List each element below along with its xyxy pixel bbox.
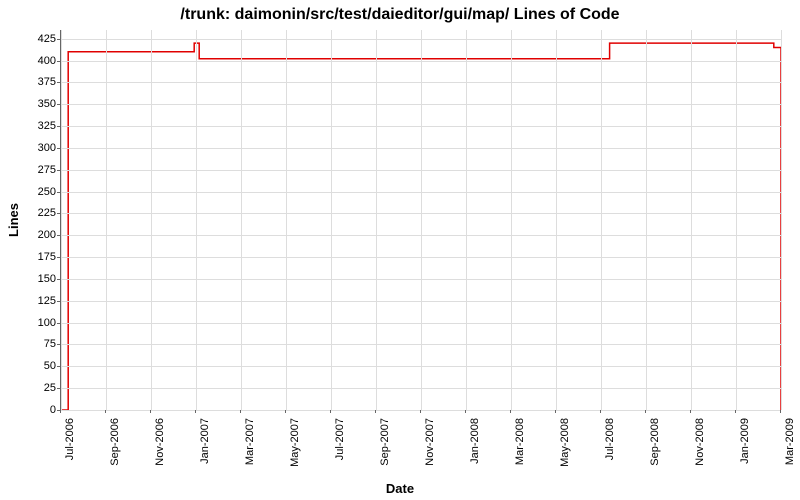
x-tick — [150, 410, 151, 413]
x-tick-label: Sep-2007 — [379, 418, 391, 466]
x-tick-label: Jan-2009 — [739, 418, 751, 464]
y-tick — [57, 279, 60, 280]
x-tick-label: Jan-2008 — [469, 418, 481, 464]
y-tick-label: 400 — [16, 55, 56, 67]
gridline-v — [646, 30, 647, 410]
y-tick — [57, 148, 60, 149]
gridline-v — [421, 30, 422, 410]
gridline-v — [781, 30, 782, 410]
x-tick-label: Jan-2007 — [199, 418, 211, 464]
gridline-v — [556, 30, 557, 410]
y-tick — [57, 192, 60, 193]
chart-title: /trunk: daimonin/src/test/daieditor/gui/… — [0, 6, 800, 24]
y-tick — [57, 344, 60, 345]
chart-container: /trunk: daimonin/src/test/daieditor/gui/… — [0, 0, 800, 500]
gridline-v — [286, 30, 287, 410]
gridline-v — [241, 30, 242, 410]
y-tick-label: 250 — [16, 186, 56, 198]
x-axis-label: Date — [0, 481, 800, 496]
x-tick-label: Jul-2006 — [64, 418, 76, 460]
x-tick — [195, 410, 196, 413]
x-tick — [375, 410, 376, 413]
gridline-v — [691, 30, 692, 410]
x-tick-label: Nov-2006 — [154, 418, 166, 466]
x-tick-label: Jul-2008 — [604, 418, 616, 460]
y-tick-label: 425 — [16, 33, 56, 45]
x-tick-label: Nov-2007 — [424, 418, 436, 466]
plot-area — [60, 30, 781, 411]
x-tick-label: May-2007 — [289, 418, 301, 467]
y-tick-label: 0 — [16, 404, 56, 416]
x-tick-label: May-2008 — [559, 418, 571, 467]
gridline-v — [151, 30, 152, 410]
y-tick-label: 75 — [16, 338, 56, 350]
gridline-v — [601, 30, 602, 410]
gridline-v — [376, 30, 377, 410]
x-tick-label: Mar-2008 — [514, 418, 526, 465]
y-tick — [57, 39, 60, 40]
x-tick — [330, 410, 331, 413]
y-tick-label: 150 — [16, 273, 56, 285]
y-tick — [57, 323, 60, 324]
y-tick-label: 300 — [16, 142, 56, 154]
y-tick — [57, 257, 60, 258]
y-tick-label: 200 — [16, 229, 56, 241]
x-tick-label: Jul-2007 — [334, 418, 346, 460]
y-tick-label: 100 — [16, 317, 56, 329]
x-tick — [60, 410, 61, 413]
y-tick — [57, 366, 60, 367]
x-tick — [420, 410, 421, 413]
gridline-v — [196, 30, 197, 410]
y-tick-label: 225 — [16, 207, 56, 219]
x-tick — [510, 410, 511, 413]
y-tick-label: 375 — [16, 76, 56, 88]
x-tick-label: Nov-2008 — [694, 418, 706, 466]
y-tick-label: 175 — [16, 251, 56, 263]
x-tick-label: Sep-2006 — [109, 418, 121, 466]
x-tick — [690, 410, 691, 413]
gridline-v — [466, 30, 467, 410]
y-tick — [57, 213, 60, 214]
x-tick — [105, 410, 106, 413]
y-tick-label: 275 — [16, 164, 56, 176]
y-tick-label: 325 — [16, 120, 56, 132]
y-tick — [57, 388, 60, 389]
gridline-h — [61, 410, 781, 411]
gridline-v — [106, 30, 107, 410]
x-tick-label: Sep-2008 — [649, 418, 661, 466]
y-tick-label: 125 — [16, 295, 56, 307]
y-tick — [57, 235, 60, 236]
y-tick — [57, 82, 60, 83]
x-tick — [285, 410, 286, 413]
x-tick-label: Mar-2007 — [244, 418, 256, 465]
y-tick-label: 50 — [16, 360, 56, 372]
y-tick — [57, 104, 60, 105]
y-tick — [57, 126, 60, 127]
gridline-v — [736, 30, 737, 410]
gridline-v — [61, 30, 62, 410]
y-tick-label: 350 — [16, 98, 56, 110]
y-tick — [57, 301, 60, 302]
y-tick-label: 25 — [16, 382, 56, 394]
gridline-v — [331, 30, 332, 410]
x-tick — [735, 410, 736, 413]
x-tick-label: Mar-2009 — [784, 418, 796, 465]
x-tick — [555, 410, 556, 413]
x-tick — [780, 410, 781, 413]
x-tick — [600, 410, 601, 413]
gridline-v — [511, 30, 512, 410]
x-tick — [240, 410, 241, 413]
x-tick — [465, 410, 466, 413]
y-tick — [57, 170, 60, 171]
y-tick — [57, 61, 60, 62]
x-tick — [645, 410, 646, 413]
